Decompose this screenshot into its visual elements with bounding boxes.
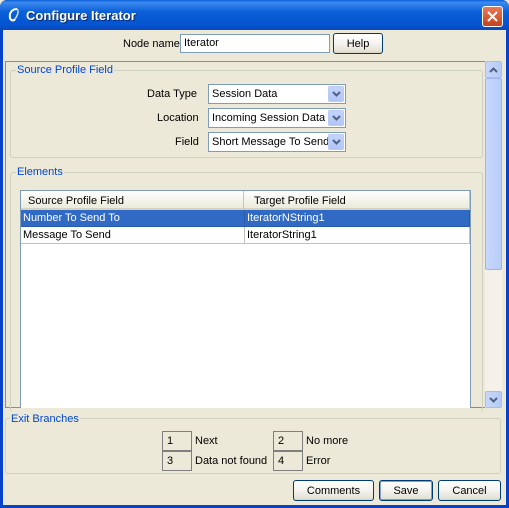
help-button[interactable]: Help — [333, 33, 383, 54]
elements-title: Elements — [16, 166, 64, 178]
cancel-button[interactable]: Cancel — [438, 480, 501, 501]
branch-label: No more — [306, 435, 349, 447]
app-icon — [8, 8, 19, 22]
table-cell-source: Number To Send To — [21, 210, 245, 227]
vertical-scrollbar[interactable] — [485, 61, 502, 408]
window-title: Configure Iterator — [26, 8, 136, 23]
elements-table: Source Profile Field Target Profile Fiel… — [20, 190, 471, 408]
branch-label: Data not found — [195, 455, 268, 467]
table-row[interactable]: Number To Send To IteratorNString1 — [21, 210, 470, 227]
comments-button[interactable]: Comments — [293, 480, 374, 501]
branch-label: Next — [195, 435, 218, 447]
branch-number-box: 2 — [273, 431, 303, 451]
field-value: Short Message To Send — [212, 136, 330, 148]
chevron-down-icon[interactable] — [328, 86, 344, 102]
scroll-up-button[interactable] — [485, 61, 502, 78]
branch-label: Error — [306, 455, 331, 467]
location-select[interactable]: Incoming Session Data — [208, 108, 346, 128]
table-row[interactable]: Message To Send IteratorString1 — [21, 227, 470, 244]
node-name-label: Node name — [123, 38, 180, 50]
table-cell-target: IteratorNString1 — [245, 210, 470, 227]
close-icon — [487, 11, 498, 22]
table-cell-target: IteratorString1 — [245, 227, 470, 244]
table-cell-source: Message To Send — [21, 227, 245, 244]
chevron-up-icon — [489, 66, 498, 73]
location-label: Location — [157, 112, 199, 124]
exit-branches-title: Exit Branches — [10, 413, 80, 425]
node-name-input[interactable]: Iterator — [180, 34, 330, 53]
column-header-target[interactable]: Target Profile Field — [244, 191, 470, 210]
source-profile-title: Source Profile Field — [16, 64, 114, 76]
branch-number-box: 1 — [162, 431, 192, 451]
field-select[interactable]: Short Message To Send — [208, 132, 346, 152]
dialog-window: Configure Iterator Node name Iterator He… — [0, 0, 509, 508]
chevron-down-icon[interactable] — [328, 134, 344, 150]
chevron-down-icon[interactable] — [328, 110, 344, 126]
close-button[interactable] — [482, 6, 503, 27]
location-value: Incoming Session Data — [212, 112, 326, 124]
column-header-source[interactable]: Source Profile Field — [21, 191, 244, 210]
scroll-thumb[interactable] — [485, 78, 502, 270]
branch-number-box: 3 — [162, 451, 192, 471]
data-type-value: Session Data — [212, 88, 278, 100]
field-label: Field — [175, 136, 199, 148]
branch-number-box: 4 — [273, 451, 303, 471]
chevron-down-icon — [489, 396, 498, 403]
scroll-down-button[interactable] — [485, 391, 502, 408]
data-type-select[interactable]: Session Data — [208, 84, 346, 104]
data-type-label: Data Type — [147, 88, 197, 100]
save-button[interactable]: Save — [379, 480, 433, 501]
title-bar[interactable]: Configure Iterator — [0, 0, 509, 30]
